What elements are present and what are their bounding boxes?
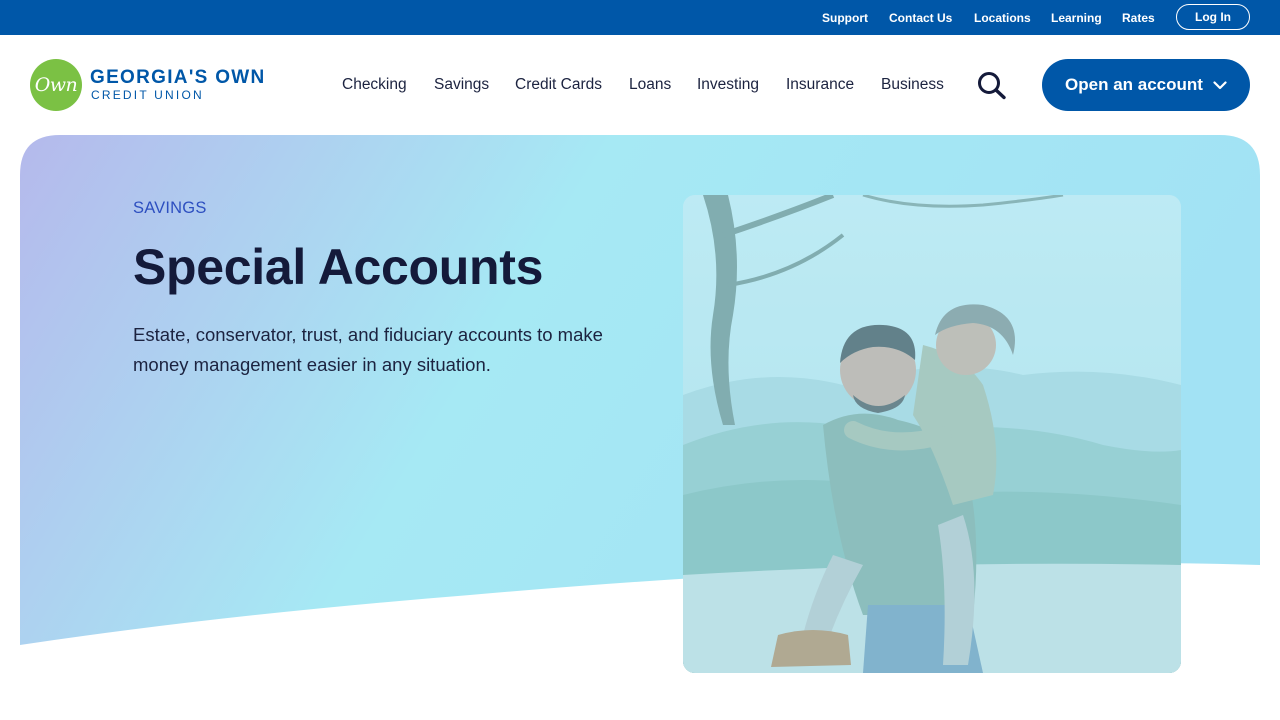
login-button[interactable]: Log In xyxy=(1176,4,1250,30)
nav-item-insurance[interactable]: Insurance xyxy=(786,76,854,94)
nav-item-checking[interactable]: Checking xyxy=(342,76,407,94)
utility-link-locations[interactable]: Locations xyxy=(974,11,1031,25)
chevron-down-icon xyxy=(1213,80,1227,89)
utility-link-rates[interactable]: Rates xyxy=(1122,11,1155,25)
brand-logo[interactable]: Own GEORGIA'S OWN CREDIT UNION xyxy=(30,59,280,111)
utility-bar: Support Contact Us Locations Learning Ra… xyxy=(0,0,1280,35)
brand-name: GEORGIA'S OWN xyxy=(90,67,266,88)
utility-link-contact-us[interactable]: Contact Us xyxy=(889,11,952,25)
search-button[interactable] xyxy=(975,70,1009,100)
hero-description: Estate, conservator, trust, and fiduciar… xyxy=(133,324,603,375)
open-account-label: Open an account xyxy=(1065,75,1203,94)
open-account-button[interactable]: Open an account xyxy=(1042,59,1250,111)
hero-photo-illustration xyxy=(683,195,1181,673)
hero-eyebrow: SAVINGS xyxy=(133,199,207,217)
search-icon xyxy=(978,72,1006,100)
nav-item-credit-cards[interactable]: Credit Cards xyxy=(515,76,602,94)
nav-item-savings[interactable]: Savings xyxy=(434,76,489,94)
logo-mark: Own xyxy=(30,59,82,111)
nav-item-investing[interactable]: Investing xyxy=(697,76,759,94)
hero-photo xyxy=(683,195,1181,673)
utility-link-support[interactable]: Support xyxy=(822,11,868,25)
brand-subname: CREDIT UNION xyxy=(91,88,204,102)
nav-item-loans[interactable]: Loans xyxy=(629,76,671,94)
page-title: Special Accounts xyxy=(133,239,544,295)
logo-mark-text: Own xyxy=(34,74,78,96)
utility-link-learning[interactable]: Learning xyxy=(1051,11,1102,25)
nav-item-business[interactable]: Business xyxy=(881,76,944,94)
